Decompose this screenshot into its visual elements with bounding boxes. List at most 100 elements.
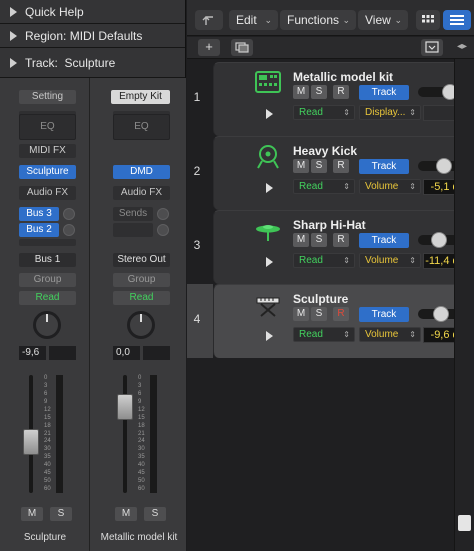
audio-fx-slot[interactable]: Audio FX — [113, 186, 170, 200]
output-slot[interactable]: Bus 1 — [19, 253, 76, 267]
vertical-scrollbar[interactable] — [454, 59, 474, 551]
edit-menu[interactable]: Edit ⌄ — [229, 10, 278, 30]
pan-knob[interactable] — [33, 311, 61, 339]
solo-button[interactable]: S — [311, 307, 327, 321]
track-header[interactable]: Sharp Hi-Hat M S R Track Read ⇕ Volume ⇕ -… — [213, 210, 474, 284]
scrollbar-thumb[interactable] — [458, 515, 471, 531]
audio-fx-slot[interactable]: Audio FX — [19, 186, 76, 200]
track-row[interactable]: 2 Heavy Kick M S R Track Read ⇕ Volume ⇕ -… — [187, 136, 474, 210]
meter-scale-label: 50 — [138, 478, 145, 484]
play-triangle-icon[interactable] — [266, 331, 273, 341]
track-button[interactable]: Track — [359, 85, 409, 100]
midi-fx-slot[interactable]: MIDI FX — [19, 144, 76, 158]
record-enable-button[interactable]: R — [333, 85, 349, 99]
volume-readout[interactable]: -9,6 — [19, 346, 46, 360]
send-level-knob[interactable] — [63, 208, 75, 220]
automation-parameter-select[interactable]: Volume ⇕ — [359, 179, 421, 194]
track-header[interactable]: Metallic model kit M S R Track Read ⇕ Dis… — [213, 62, 474, 136]
track-name[interactable]: Sharp Hi-Hat — [293, 218, 366, 232]
solo-button[interactable]: S — [311, 233, 327, 247]
automation-mode[interactable]: Read — [19, 291, 76, 305]
volume-slider-knob[interactable] — [433, 306, 449, 322]
setting-button[interactable]: Empty Kit — [111, 90, 170, 104]
meter-scale: 0 3 6 9 12 15 18 21 24 30 35 40 45 50 60 — [44, 375, 54, 493]
collapse-arrows-icon[interactable]: ◂▸ — [457, 41, 471, 55]
send-level-knob[interactable] — [63, 224, 75, 236]
track-button[interactable]: Track — [359, 233, 409, 248]
disclosure-triangle-icon[interactable] — [10, 6, 17, 17]
track-row[interactable]: 4 Sculpture M S R Track Read ⇕ Volume ⇕ -9… — [187, 284, 474, 358]
automation-mode-select[interactable]: Read ⇕ — [293, 327, 355, 342]
track-header[interactable]: Sculpture M S R Track Read ⇕ Volume ⇕ -9,6… — [213, 284, 474, 358]
track-header[interactable]: Heavy Kick M S R Track Read ⇕ Volume ⇕ -5,… — [213, 136, 474, 210]
automation-mode-select[interactable]: Read ⇕ — [293, 105, 355, 120]
mute-button[interactable]: M — [21, 507, 43, 521]
record-enable-button[interactable]: R — [333, 307, 349, 321]
volume-slider-knob[interactable] — [436, 158, 452, 174]
track-name[interactable]: Sculpture — [293, 292, 348, 306]
volume-slider-knob[interactable] — [431, 232, 447, 248]
solo-button[interactable]: S — [144, 507, 166, 521]
grid-view-button[interactable] — [416, 10, 440, 30]
solo-button[interactable]: S — [311, 159, 327, 173]
track-row[interactable]: 1 Metallic model kit M S R Track Read ⇕ D… — [187, 62, 474, 136]
mute-button[interactable]: M — [293, 307, 309, 321]
send-level-knob[interactable] — [157, 224, 169, 236]
automation-parameter-select[interactable]: Volume ⇕ — [359, 327, 421, 342]
track-name[interactable]: Heavy Kick — [293, 144, 357, 158]
setting-button[interactable]: Setting — [19, 90, 76, 104]
track-row[interactable]: 3 Sharp Hi-Hat M S R Track Read ⇕ Volume ⇕… — [187, 210, 474, 284]
back-arrow-button[interactable] — [195, 10, 223, 30]
mute-button[interactable]: M — [293, 85, 309, 99]
automation-mode-select[interactable]: Read ⇕ — [293, 179, 355, 194]
track-name[interactable]: Metallic model kit — [293, 70, 393, 84]
instrument-slot[interactable]: Sculpture — [19, 165, 76, 179]
eq-display[interactable]: EQ — [19, 114, 76, 140]
list-view-button[interactable] — [443, 10, 471, 30]
volume-fader-cap[interactable] — [23, 429, 39, 455]
group-slot[interactable]: Group — [19, 273, 76, 287]
group-slot[interactable]: Group — [113, 273, 170, 287]
volume-fader-cap[interactable] — [117, 394, 133, 420]
instrument-slot[interactable]: DMD — [113, 165, 170, 179]
empty-send-slot[interactable] — [113, 223, 153, 237]
track-header[interactable]: Track: Sculpture — [0, 48, 185, 78]
eq-display[interactable]: EQ — [113, 114, 170, 140]
solo-button[interactable]: S — [50, 507, 72, 521]
functions-menu[interactable]: Functions ⌄ — [280, 10, 356, 30]
output-slot[interactable]: Stereo Out — [113, 253, 170, 267]
track-button[interactable]: Track — [359, 159, 409, 174]
duplicate-track-button[interactable] — [231, 39, 253, 56]
record-enable-button[interactable]: R — [333, 233, 349, 247]
automation-parameter-select[interactable]: Volume ⇕ — [359, 253, 421, 268]
mute-button[interactable]: M — [293, 233, 309, 247]
pan-knob[interactable] — [127, 311, 155, 339]
volume-readout[interactable]: 0,0 — [113, 346, 140, 360]
view-menu[interactable]: View ⌄ — [358, 10, 408, 30]
send-bus-3[interactable]: Bus 3 — [19, 207, 59, 221]
volume-fader-track[interactable] — [123, 375, 127, 493]
play-triangle-icon[interactable] — [266, 183, 273, 193]
mute-button[interactable]: M — [115, 507, 137, 521]
automation-mode-select[interactable]: Read ⇕ — [293, 253, 355, 268]
automation-mode[interactable]: Read — [113, 291, 170, 305]
add-track-button[interactable]: + — [198, 39, 220, 56]
meter-scale-label: 30 — [44, 446, 51, 452]
track-button[interactable]: Track — [359, 307, 409, 322]
mute-button[interactable]: M — [293, 159, 309, 173]
play-triangle-icon[interactable] — [266, 109, 273, 119]
region-header[interactable]: Region: MIDI Defaults — [0, 24, 185, 48]
send-level-knob[interactable] — [157, 208, 169, 220]
send-bus-2[interactable]: Bus 2 — [19, 223, 59, 237]
peak-readout — [143, 346, 170, 360]
solo-button[interactable]: S — [311, 85, 327, 99]
automation-parameter-select[interactable]: Display... ⇕ — [359, 105, 421, 120]
track-options-button[interactable] — [421, 39, 443, 56]
record-enable-button[interactable]: R — [333, 159, 349, 173]
disclosure-triangle-icon[interactable] — [10, 57, 17, 68]
disclosure-triangle-icon[interactable] — [10, 30, 17, 41]
sends-slot[interactable]: Sends — [113, 207, 153, 221]
quick-help-header[interactable]: Quick Help — [0, 0, 185, 24]
play-triangle-icon[interactable] — [266, 257, 273, 267]
empty-send-slot[interactable] — [19, 239, 76, 246]
